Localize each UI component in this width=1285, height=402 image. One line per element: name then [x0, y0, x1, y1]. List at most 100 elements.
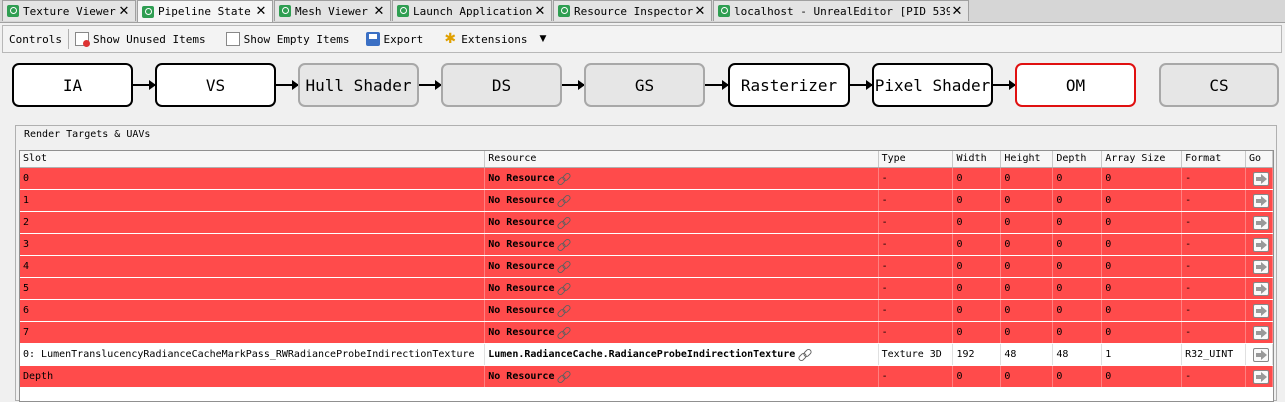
resource-name[interactable]: No Resource [488, 190, 554, 211]
resource-name[interactable]: No Resource [488, 366, 554, 387]
link-icon[interactable] [557, 370, 570, 383]
table-row[interactable]: 3 No Resource -0 0 0 0- [20, 234, 1273, 256]
column-header-array-size[interactable]: Array Size [1102, 151, 1183, 167]
table-row[interactable]: 7 No Resource -0 0 0 0- [20, 322, 1273, 344]
extensions-button[interactable]: ✱ Extensions [437, 28, 533, 50]
close-icon[interactable]: ✕ [533, 4, 547, 19]
extensions-dropdown[interactable]: ▼ [534, 28, 553, 50]
go-arrow-icon[interactable] [1252, 193, 1269, 208]
tab-launch-application[interactable]: Launch Application ✕ [392, 0, 552, 21]
tab-texture-viewer[interactable]: Texture Viewer ✕ [2, 0, 136, 21]
link-icon[interactable] [557, 194, 570, 207]
stage-om[interactable]: OM [1015, 63, 1136, 107]
slot-cell: 7 [20, 322, 486, 343]
format-cell: - [1182, 278, 1247, 299]
slot-cell: 4 [20, 256, 486, 277]
width-cell: 0 [953, 190, 1002, 211]
depth-cell: 0 [1053, 234, 1103, 255]
link-icon[interactable] [557, 216, 570, 229]
table-row[interactable]: 6 No Resource -0 0 0 0- [20, 300, 1273, 322]
resource-name[interactable]: No Resource [488, 234, 554, 255]
tab-pipeline-state[interactable]: Pipeline State ✕ [137, 0, 273, 22]
column-header-type[interactable]: Type [879, 151, 954, 167]
tab-resource-inspector[interactable]: Resource Inspector ✕ [553, 0, 712, 21]
stage-hull-shader[interactable]: Hull Shader [298, 63, 419, 107]
height-cell: 0 [1001, 190, 1054, 211]
link-icon[interactable] [557, 172, 570, 185]
close-icon[interactable]: ✕ [950, 4, 964, 19]
table-row[interactable]: 5 No Resource -0 0 0 0- [20, 278, 1273, 300]
resource-name[interactable]: No Resource [488, 168, 554, 189]
stage-ds[interactable]: DS [441, 63, 562, 107]
depth-cell: 0 [1053, 168, 1103, 189]
resource-name[interactable]: No Resource [488, 256, 554, 277]
resource-cell: No Resource [485, 190, 879, 211]
stage-ia[interactable]: IA [12, 63, 133, 107]
table-row[interactable]: 2 No Resource -0 0 0 0- [20, 212, 1273, 234]
go-arrow-icon[interactable] [1252, 281, 1269, 296]
column-header-slot[interactable]: Slot [20, 151, 486, 167]
width-cell: 192 [953, 344, 1002, 365]
link-icon[interactable] [557, 260, 570, 273]
go-arrow-icon[interactable] [1252, 215, 1269, 230]
go-cell [1246, 190, 1273, 211]
stage-gs[interactable]: GS [584, 63, 705, 107]
go-arrow-icon[interactable] [1252, 303, 1269, 318]
tab-label: Resource Inspector [574, 4, 693, 18]
column-header-height[interactable]: Height [1001, 151, 1054, 167]
link-icon[interactable] [557, 282, 570, 295]
resource-cell: No Resource [485, 366, 879, 387]
column-header-width[interactable]: Width [953, 151, 1002, 167]
go-arrow-icon[interactable] [1252, 347, 1269, 362]
column-header-go[interactable]: Go [1246, 151, 1273, 167]
width-cell: 0 [953, 300, 1002, 321]
go-cell [1246, 256, 1273, 277]
width-cell: 0 [953, 234, 1002, 255]
export-button[interactable]: Export [360, 28, 430, 50]
show-empty-items-label: Show Empty Items [243, 32, 350, 46]
link-icon[interactable] [557, 326, 570, 339]
resource-name[interactable]: No Resource [488, 212, 554, 233]
close-icon[interactable]: ✕ [693, 4, 707, 19]
tab-mesh-viewer[interactable]: Mesh Viewer ✕ [274, 0, 391, 21]
go-arrow-icon[interactable] [1252, 259, 1269, 274]
render-targets-group: Render Targets & UAVs Slot Resource Type… [15, 125, 1277, 402]
go-arrow-icon[interactable] [1252, 369, 1269, 384]
format-cell: - [1182, 300, 1247, 321]
stage-rasterizer[interactable]: Rasterizer [728, 63, 850, 107]
link-icon[interactable] [798, 348, 811, 361]
link-icon[interactable] [557, 304, 570, 317]
go-arrow-icon[interactable] [1252, 237, 1269, 252]
table-row[interactable]: Depth No Resource -0 0 0 0- [20, 366, 1273, 388]
resource-name[interactable]: No Resource [488, 300, 554, 321]
column-header-depth[interactable]: Depth [1053, 151, 1103, 167]
column-header-resource[interactable]: Resource [485, 151, 879, 167]
close-icon[interactable]: ✕ [117, 4, 131, 19]
resource-name[interactable]: Lumen.RadianceCache.RadianceProbeIndirec… [488, 344, 795, 365]
go-arrow-icon[interactable] [1252, 171, 1269, 186]
column-header-format[interactable]: Format [1182, 151, 1247, 167]
slot-cell: Depth [20, 366, 486, 387]
stage-pixel-shader[interactable]: Pixel Shader [872, 63, 993, 107]
stage-vs[interactable]: VS [155, 63, 276, 107]
close-icon[interactable]: ✕ [254, 4, 268, 19]
close-icon[interactable]: ✕ [372, 4, 386, 19]
resource-cell: No Resource [485, 278, 879, 299]
resource-name[interactable]: No Resource [488, 322, 554, 343]
resource-cell: Lumen.RadianceCache.RadianceProbeIndirec… [485, 344, 879, 365]
show-empty-items-button[interactable]: Show Empty Items [220, 28, 356, 50]
table-row[interactable]: 0: LumenTranslucencyRadianceCacheMarkPas… [20, 344, 1273, 366]
depth-cell: 0 [1053, 300, 1103, 321]
table-row[interactable]: 1 No Resource -0 0 0 0- [20, 190, 1273, 212]
go-arrow-icon[interactable] [1252, 325, 1269, 340]
table-row[interactable]: 4 No Resource -0 0 0 0- [20, 256, 1273, 278]
go-cell [1246, 300, 1273, 321]
table-row[interactable]: 0 No Resource -0 0 0 0- [20, 168, 1273, 190]
stage-cs[interactable]: CS [1159, 63, 1279, 107]
resource-name[interactable]: No Resource [488, 278, 554, 299]
resource-cell: No Resource [485, 212, 879, 233]
show-unused-items-button[interactable]: Show Unused Items [69, 28, 212, 50]
type-cell: - [879, 300, 954, 321]
tab-localhost-unrealeditor[interactable]: localhost - UnrealEditor [PID 539… ✕ [713, 0, 969, 21]
link-icon[interactable] [557, 238, 570, 251]
